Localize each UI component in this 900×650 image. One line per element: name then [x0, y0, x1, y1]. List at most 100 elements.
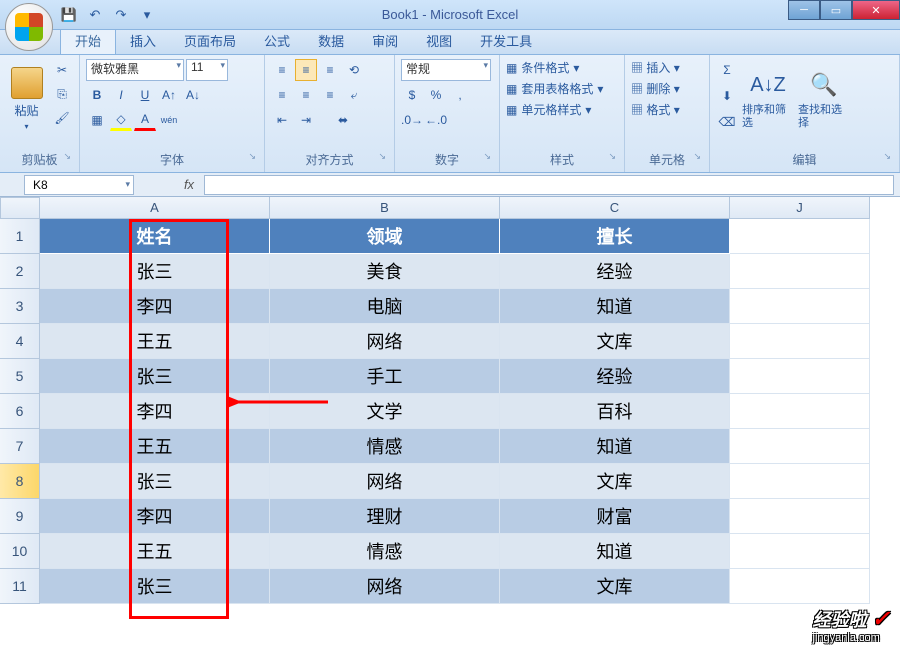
data-cell[interactable]	[730, 324, 870, 359]
clear-button[interactable]: ⌫	[716, 111, 738, 133]
data-cell[interactable]: 网络	[270, 569, 500, 604]
data-cell[interactable]: 网络	[270, 324, 500, 359]
data-cell[interactable]: 情感	[270, 429, 500, 464]
merge-button[interactable]: ⬌	[319, 109, 367, 131]
increase-font-button[interactable]: A↑	[158, 84, 180, 106]
fill-color-button[interactable]: ◇	[110, 109, 132, 131]
data-cell[interactable]	[730, 569, 870, 604]
phonetic-button[interactable]: wén	[158, 109, 180, 131]
row-header-4[interactable]: 4	[0, 324, 40, 359]
decrease-font-button[interactable]: A↓	[182, 84, 204, 106]
data-cell[interactable]: 张三	[40, 464, 270, 499]
font-family-combo[interactable]: 微软雅黑	[86, 59, 184, 81]
tab-developer[interactable]: 开发工具	[466, 27, 546, 54]
row-header-6[interactable]: 6	[0, 394, 40, 429]
data-cell[interactable]: 张三	[40, 254, 270, 289]
copy-button[interactable]: ⎘	[51, 83, 73, 105]
minimize-button[interactable]: ─	[788, 0, 820, 20]
cut-button[interactable]: ✂	[51, 59, 73, 81]
tab-review[interactable]: 审阅	[358, 27, 412, 54]
align-right-button[interactable]: ≡	[319, 84, 341, 106]
tab-home[interactable]: 开始	[60, 26, 116, 54]
col-header-A[interactable]: A	[40, 197, 270, 219]
row-header-9[interactable]: 9	[0, 499, 40, 534]
comma-button[interactable]: ,	[449, 84, 471, 106]
format-cells-button[interactable]: ▦ 格式 ▾	[631, 101, 680, 118]
row-header-3[interactable]: 3	[0, 289, 40, 324]
name-box[interactable]: K8	[24, 175, 134, 195]
align-bottom-button[interactable]: ≡	[319, 59, 341, 81]
data-cell[interactable]: 王五	[40, 429, 270, 464]
row-header-5[interactable]: 5	[0, 359, 40, 394]
data-cell[interactable]: 知道	[500, 289, 730, 324]
row-header-2[interactable]: 2	[0, 254, 40, 289]
fill-button[interactable]: ⬇	[716, 85, 738, 107]
decrease-decimal-button[interactable]: ←.0	[425, 109, 447, 131]
formula-input[interactable]	[204, 175, 894, 195]
delete-cells-button[interactable]: ▦ 删除 ▾	[631, 80, 680, 97]
data-cell[interactable]: 王五	[40, 324, 270, 359]
data-cell[interactable]: 文库	[500, 324, 730, 359]
currency-button[interactable]: $	[401, 84, 423, 106]
cell-styles-button[interactable]: ▦单元格样式 ▾	[506, 101, 591, 118]
data-cell[interactable]	[730, 534, 870, 569]
maximize-button[interactable]: ▭	[820, 0, 852, 20]
percent-button[interactable]: %	[425, 84, 447, 106]
col-header-C[interactable]: C	[500, 197, 730, 219]
autosum-button[interactable]: Σ	[716, 59, 738, 81]
data-cell[interactable]	[730, 394, 870, 429]
data-cell[interactable]: 理财	[270, 499, 500, 534]
sort-filter-button[interactable]: A↓Z 排序和筛选	[742, 59, 794, 139]
find-select-button[interactable]: 🔍 查找和选择	[798, 59, 850, 139]
save-button[interactable]: 💾	[60, 6, 78, 24]
qat-more-button[interactable]: ▾	[138, 6, 156, 24]
data-cell[interactable]	[730, 289, 870, 324]
borders-button[interactable]: ▦	[86, 109, 108, 131]
data-cell[interactable]: 知道	[500, 534, 730, 569]
header-cell[interactable]: 领域	[270, 219, 500, 254]
col-header-B[interactable]: B	[270, 197, 500, 219]
row-header-1[interactable]: 1	[0, 219, 40, 254]
row-header-10[interactable]: 10	[0, 534, 40, 569]
italic-button[interactable]: I	[110, 84, 132, 106]
tab-view[interactable]: 视图	[412, 27, 466, 54]
number-format-combo[interactable]: 常规	[401, 59, 491, 81]
tab-insert[interactable]: 插入	[116, 27, 170, 54]
header-cell[interactable]	[730, 219, 870, 254]
data-cell[interactable]: 经验	[500, 359, 730, 394]
decrease-indent-button[interactable]: ⇤	[271, 109, 293, 131]
table-format-button[interactable]: ▦套用表格格式 ▾	[506, 80, 603, 97]
data-cell[interactable]: 文库	[500, 569, 730, 604]
data-cell[interactable]: 知道	[500, 429, 730, 464]
paste-button[interactable]: 粘贴 ▾	[6, 59, 47, 139]
row-header-7[interactable]: 7	[0, 429, 40, 464]
data-cell[interactable]	[730, 429, 870, 464]
col-header-J[interactable]: J	[730, 197, 870, 219]
fx-icon[interactable]: fx	[174, 177, 204, 192]
format-painter-button[interactable]: 🖌	[51, 107, 73, 129]
data-cell[interactable]: 电脑	[270, 289, 500, 324]
insert-cells-button[interactable]: ▦ 插入 ▾	[631, 59, 680, 76]
select-all-button[interactable]	[0, 197, 40, 219]
data-cell[interactable]: 财富	[500, 499, 730, 534]
data-cell[interactable]	[730, 499, 870, 534]
underline-button[interactable]: U	[134, 84, 156, 106]
data-cell[interactable]: 百科	[500, 394, 730, 429]
bold-button[interactable]: B	[86, 84, 108, 106]
data-cell[interactable]: 王五	[40, 534, 270, 569]
office-button[interactable]	[5, 3, 53, 51]
data-cell[interactable]	[730, 464, 870, 499]
data-cell[interactable]: 张三	[40, 359, 270, 394]
tab-formulas[interactable]: 公式	[250, 27, 304, 54]
header-cell[interactable]: 姓名	[40, 219, 270, 254]
data-cell[interactable]: 情感	[270, 534, 500, 569]
redo-button[interactable]: ↷	[112, 6, 130, 24]
data-cell[interactable]: 经验	[500, 254, 730, 289]
align-top-button[interactable]: ≡	[271, 59, 293, 81]
font-color-button[interactable]: A	[134, 109, 156, 131]
close-button[interactable]: ✕	[852, 0, 900, 20]
data-cell[interactable]	[730, 254, 870, 289]
data-cell[interactable]: 文库	[500, 464, 730, 499]
align-center-button[interactable]: ≡	[295, 84, 317, 106]
increase-decimal-button[interactable]: .0→	[401, 109, 423, 131]
